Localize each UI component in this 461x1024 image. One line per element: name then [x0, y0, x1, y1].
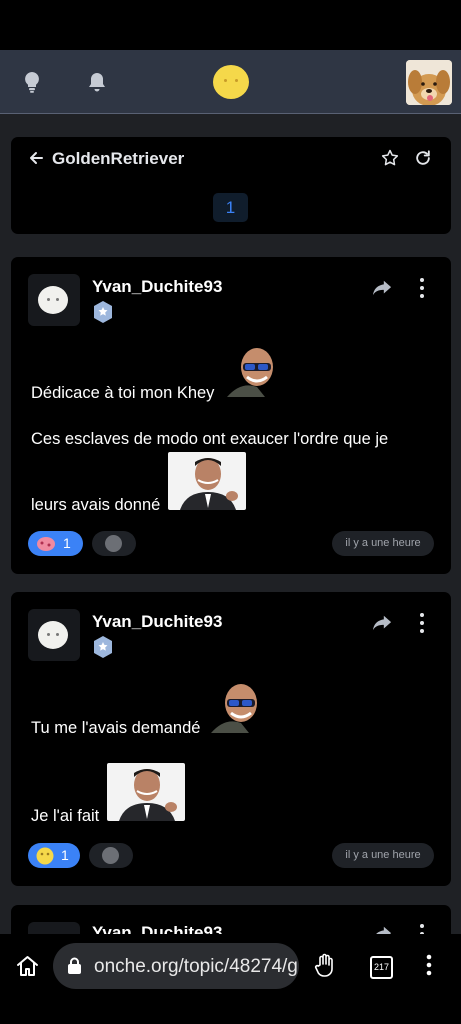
- rank-badge-icon: [94, 301, 112, 323]
- post-text: Tu me l'avais demandé: [31, 719, 201, 737]
- more-icon[interactable]: [421, 953, 437, 977]
- browser-toolbar: onche.org/topic/48274/g 217: [0, 934, 461, 1024]
- post-timestamp: il y a une heure: [332, 531, 434, 556]
- page-number-button[interactable]: 1: [213, 193, 248, 222]
- post-avatar[interactable]: [28, 274, 80, 326]
- reaction-button[interactable]: 1: [28, 843, 80, 868]
- star-icon[interactable]: [380, 148, 400, 168]
- post-text: Dédicace à toi mon Khey: [31, 384, 215, 402]
- refresh-icon[interactable]: [413, 148, 433, 168]
- post-timestamp: il y a une heure: [332, 843, 434, 868]
- post-text: leurs avais donné: [31, 496, 161, 514]
- share-icon[interactable]: [371, 278, 393, 298]
- url-bar[interactable]: onche.org/topic/48274/g: [53, 943, 299, 989]
- reaction-count: 1: [63, 535, 71, 551]
- post-username[interactable]: Yvan_Duchite93: [92, 612, 222, 632]
- add-reaction-icon: [105, 535, 122, 552]
- lightbulb-icon[interactable]: [20, 70, 44, 94]
- user-avatar[interactable]: [406, 60, 452, 105]
- reaction-emoji-icon: [36, 847, 54, 865]
- reaction-button[interactable]: 1: [28, 531, 83, 556]
- back-arrow-icon[interactable]: [28, 150, 44, 166]
- topic-title[interactable]: GoldenRetriever: [52, 149, 184, 169]
- sticker-smiling-man-image: [168, 452, 246, 510]
- share-icon[interactable]: [371, 613, 393, 633]
- home-icon[interactable]: [15, 954, 40, 978]
- post-card: Yvan_Duchite93 Dédicace à toi mon Khey C…: [11, 257, 451, 574]
- more-icon[interactable]: [412, 612, 432, 634]
- tabs-icon[interactable]: 217: [370, 956, 393, 979]
- post-text: Ces esclaves de modo ont exaucer l'ordre…: [31, 430, 389, 448]
- add-reaction-button[interactable]: [89, 843, 133, 868]
- sticker-sunglasses-image: [209, 681, 265, 733]
- rank-badge-icon: [94, 636, 112, 658]
- post-card: Yvan_Duchite93 Tu me l'avais demandé Je …: [11, 592, 451, 886]
- bell-icon[interactable]: [85, 70, 109, 94]
- sticker-smiling-man-image: [107, 763, 185, 821]
- site-logo[interactable]: [213, 65, 249, 99]
- post-username[interactable]: Yvan_Duchite93: [92, 277, 222, 297]
- reaction-emoji-icon: [37, 537, 55, 551]
- post-text: Je l'ai fait: [31, 807, 100, 825]
- post-avatar[interactable]: [28, 609, 80, 661]
- topic-header-card: GoldenRetriever 1: [11, 137, 451, 234]
- hand-icon[interactable]: [314, 952, 338, 978]
- more-icon[interactable]: [412, 277, 432, 299]
- reaction-count: 1: [61, 847, 69, 863]
- sticker-sunglasses-image: [225, 345, 281, 397]
- add-reaction-button[interactable]: [92, 531, 136, 556]
- status-bar: [0, 0, 461, 50]
- add-reaction-icon: [102, 847, 119, 864]
- lock-icon: [68, 957, 81, 974]
- url-text: onche.org/topic/48274/g: [94, 956, 298, 977]
